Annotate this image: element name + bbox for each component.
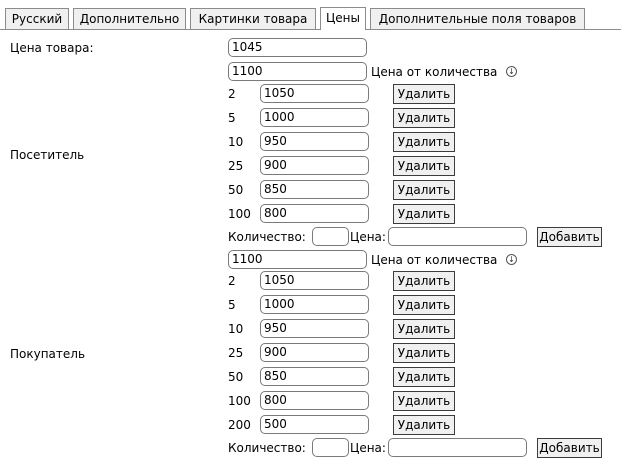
tier-qty: 50 [228, 370, 244, 384]
tier-delete-button[interactable]: Удалить [393, 343, 455, 363]
tab-prices[interactable]: Цены [320, 7, 366, 30]
visitor-group-label: Посетитель [10, 148, 85, 162]
visitor-add-qty-input[interactable] [312, 227, 349, 246]
tab-bar-divider [0, 29, 621, 30]
tier-delete-button[interactable]: Удалить [393, 180, 455, 200]
visitor-base-price-input[interactable]: 1100 [228, 62, 367, 81]
tier-qty: 50 [228, 183, 244, 197]
buyer-add-price-label: Цена: [350, 441, 386, 455]
tier-qty: 200 [228, 418, 251, 432]
buyer-add-price-input[interactable] [388, 438, 527, 457]
buyer-qty-price-label: Цена от количества [371, 253, 498, 267]
tier-price-input[interactable]: 1050 [260, 271, 369, 290]
tier-price-input[interactable]: 800 [260, 391, 369, 410]
tab-additional-product-fields[interactable]: Дополнительные поля товаров [370, 8, 585, 29]
tier-qty: 10 [228, 322, 244, 336]
tier-price-input[interactable]: 1000 [260, 108, 369, 127]
tier-price-input[interactable]: 900 [260, 343, 369, 362]
info-circle-down-icon[interactable]: ↓ [506, 254, 517, 265]
tier-delete-button[interactable]: Удалить [393, 156, 455, 176]
tier-price-input[interactable]: 900 [260, 156, 369, 175]
tier-qty: 100 [228, 394, 251, 408]
tier-price-input[interactable]: 850 [260, 367, 369, 386]
tab-bar: Русский Дополнительно Картинки товара Це… [0, 0, 621, 31]
tier-price-input[interactable]: 1050 [260, 84, 369, 103]
tier-qty: 25 [228, 159, 244, 173]
tab-russian[interactable]: Русский [5, 8, 69, 29]
tier-qty: 10 [228, 135, 244, 149]
info-circle-down-icon[interactable]: ↓ [506, 66, 517, 77]
tier-delete-button[interactable]: Удалить [393, 108, 455, 128]
buyer-add-qty-input[interactable] [312, 438, 349, 457]
tier-qty: 25 [228, 346, 244, 360]
buyer-add-button[interactable]: Добавить [537, 438, 602, 458]
buyer-add-qty-label: Количество: [228, 441, 306, 455]
tier-qty: 5 [228, 298, 236, 312]
buyer-group-label: Покупатель [10, 347, 86, 361]
tier-delete-button[interactable]: Удалить [393, 271, 455, 291]
tier-qty: 2 [228, 87, 236, 101]
tier-price-input[interactable]: 850 [260, 180, 369, 199]
tier-delete-button[interactable]: Удалить [393, 132, 455, 152]
tier-delete-button[interactable]: Удалить [393, 84, 455, 104]
tier-price-input[interactable]: 1000 [260, 295, 369, 314]
product-price-input[interactable]: 1045 [228, 38, 367, 57]
tier-delete-button[interactable]: Удалить [393, 367, 455, 387]
tier-price-input[interactable]: 950 [260, 132, 369, 151]
tier-delete-button[interactable]: Удалить [393, 319, 455, 339]
tier-price-input[interactable]: 950 [260, 319, 369, 338]
buyer-base-price-input[interactable]: 1100 [228, 250, 367, 269]
tier-price-input[interactable]: 500 [260, 415, 369, 434]
tab-additional[interactable]: Дополнительно [73, 8, 186, 29]
tier-delete-button[interactable]: Удалить [393, 391, 455, 411]
visitor-qty-price-label: Цена от количества [371, 65, 498, 79]
visitor-add-button[interactable]: Добавить [537, 227, 602, 247]
tier-price-input[interactable]: 800 [260, 204, 369, 223]
tier-delete-button[interactable]: Удалить [393, 204, 455, 224]
tier-delete-button[interactable]: Удалить [393, 295, 455, 315]
tier-delete-button[interactable]: Удалить [393, 415, 455, 435]
visitor-add-qty-label: Количество: [228, 230, 306, 244]
visitor-add-price-label: Цена: [350, 230, 386, 244]
tab-product-images[interactable]: Картинки товара [190, 8, 316, 29]
product-price-label: Цена товара: [10, 41, 94, 55]
tier-qty: 5 [228, 111, 236, 125]
visitor-add-price-input[interactable] [388, 227, 527, 246]
tier-qty: 2 [228, 274, 236, 288]
tier-qty: 100 [228, 207, 251, 221]
